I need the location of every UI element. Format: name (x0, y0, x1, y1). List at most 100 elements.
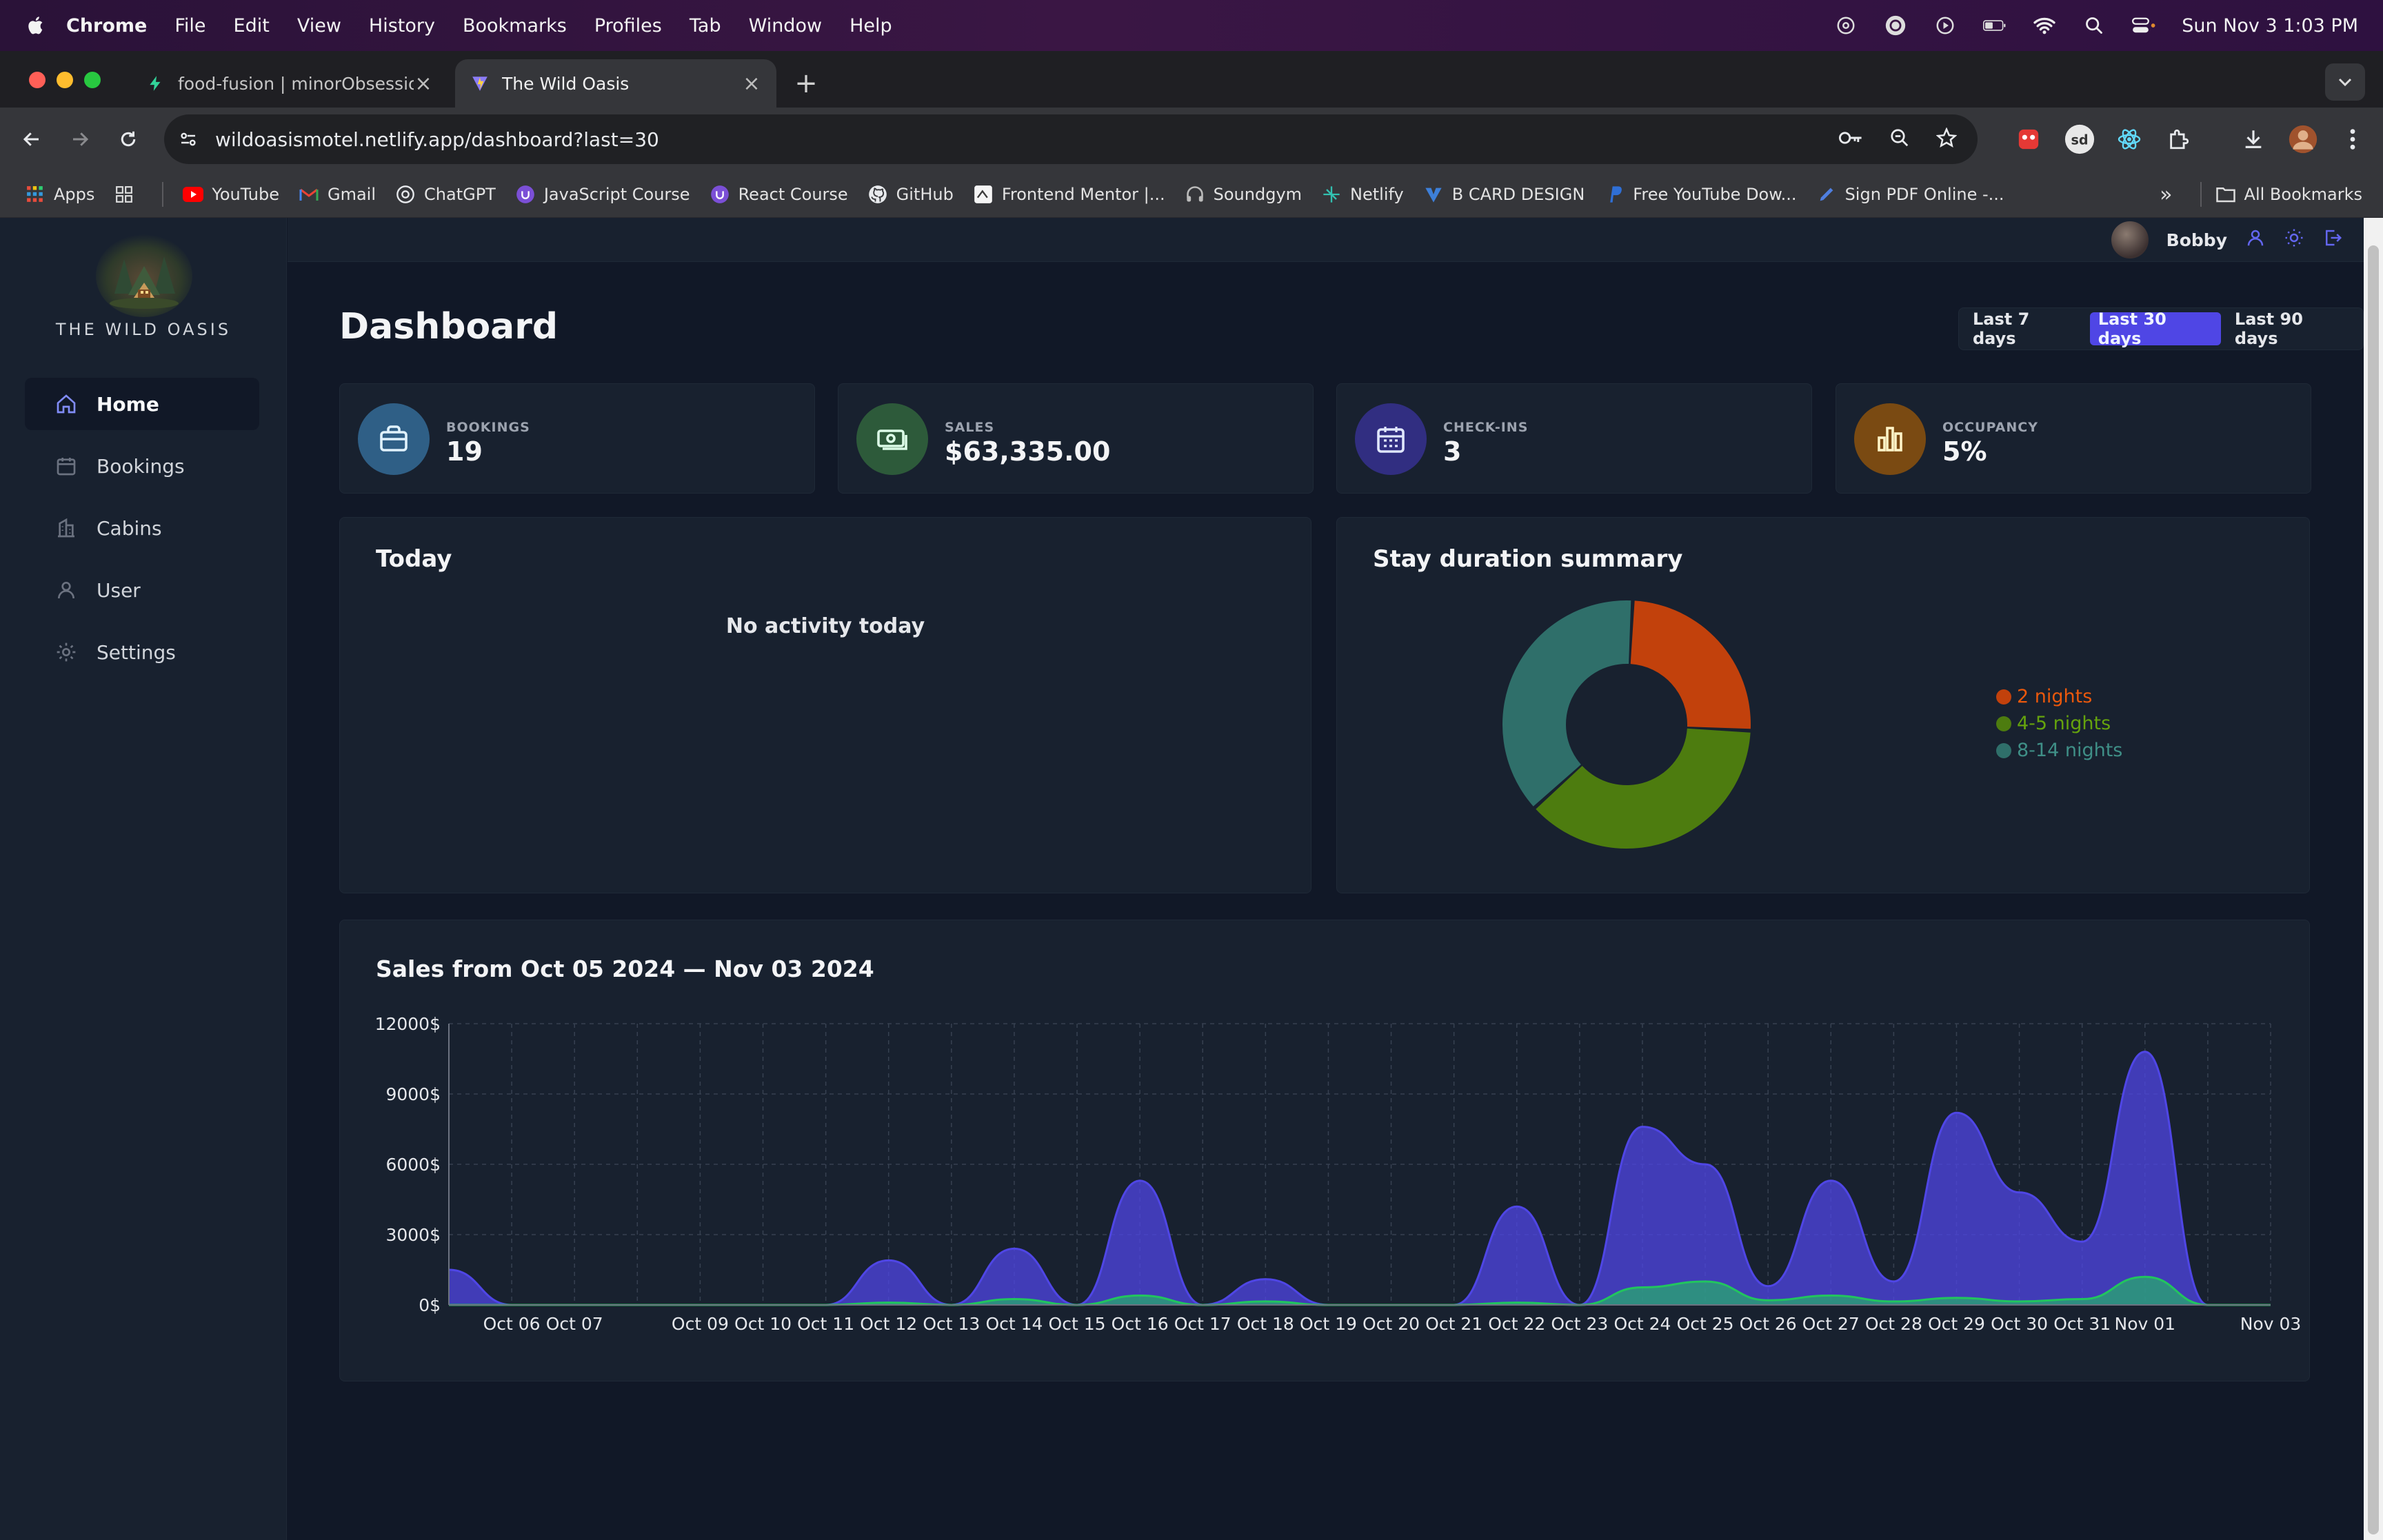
spotlight-search-icon[interactable] (2082, 15, 2106, 36)
menu-tab[interactable]: Tab (690, 15, 721, 37)
filter-last-30-days[interactable]: Last 30 days (2089, 310, 2221, 348)
menubar-clock[interactable]: Sun Nov 3 1:03 PM (2182, 15, 2358, 37)
close-tab-icon[interactable]: × (742, 72, 761, 96)
legend-dot (1996, 742, 2011, 758)
browser-tab-food-fusion[interactable]: food-fusion | minorObsession × (131, 59, 448, 108)
browser-tab-wild-oasis[interactable]: The Wild Oasis × (455, 59, 776, 108)
address-bar[interactable]: wildoasismotel.netlify.app/dashboard?las… (164, 114, 1978, 164)
bookmark-github[interactable]: GitHub (867, 184, 954, 205)
forward-button[interactable] (65, 124, 95, 154)
stat-card-check-ins: CHECK-INS 3 (1336, 383, 1812, 494)
chatgpt-icon (395, 184, 416, 205)
avatar[interactable] (2111, 221, 2149, 259)
bookmarks-separator (2200, 182, 2202, 207)
menu-history[interactable]: History (369, 15, 435, 37)
bookmark-sign-pdf[interactable]: Sign PDF Online -... (1816, 184, 2004, 205)
sidebar-item-cabins[interactable]: Cabins (25, 502, 259, 554)
legend-item[interactable]: 2 nights (1996, 683, 2122, 710)
wild-oasis-logo[interactable] (94, 232, 194, 318)
bookmark-apps[interactable]: Apps (25, 184, 94, 205)
menu-file[interactable]: File (174, 15, 205, 37)
sidebar-item-bookings[interactable]: Bookings (25, 440, 259, 492)
menu-bookmarks[interactable]: Bookmarks (463, 15, 567, 37)
battery-icon[interactable] (1983, 15, 2007, 36)
stay-duration-panel: Stay duration summary 2 nights 4-5 nights… (1336, 517, 2310, 893)
calendar-days-icon (1377, 427, 1405, 453)
filter-last-7-days[interactable]: Last 7 days (1964, 310, 2084, 348)
bookmark-star-icon[interactable] (1935, 127, 1958, 151)
scrollbar-thumb[interactable] (2368, 245, 2379, 1534)
profile-avatar[interactable] (2286, 123, 2320, 156)
menu-edit[interactable]: Edit (234, 15, 270, 37)
wifi-icon[interactable] (2033, 15, 2056, 36)
react-devtools-icon[interactable] (2113, 123, 2146, 156)
record-icon[interactable] (1884, 15, 1907, 36)
donut-slice-2-nights[interactable] (1630, 600, 1751, 729)
site-settings-icon[interactable] (177, 128, 200, 151)
bookmark-frontend-mentor[interactable]: Frontend Mentor |... (973, 184, 1165, 205)
reload-button[interactable] (113, 124, 143, 154)
menubar-app-name[interactable]: Chrome (66, 15, 147, 37)
sidebar-item-label: Home (97, 392, 159, 416)
browser-menu-icon[interactable] (2336, 123, 2369, 156)
menu-window[interactable]: Window (749, 15, 822, 37)
sidebar-item-home[interactable]: Home (25, 378, 259, 430)
creative-cloud-icon[interactable] (1834, 15, 1858, 36)
extension-sd-icon[interactable]: sd (2063, 123, 2096, 156)
user-icon[interactable] (2245, 227, 2266, 252)
filter-last-90-days[interactable]: Last 90 days (2226, 310, 2357, 348)
bookmark-youtube[interactable]: YouTube (183, 184, 279, 205)
stat-icon-circle (856, 403, 928, 475)
all-bookmarks-button[interactable]: All Bookmarks (2215, 184, 2362, 205)
briefcase-icon (380, 425, 408, 452)
new-tab-button[interactable]: + (790, 68, 822, 99)
url-text[interactable]: wildoasismotel.netlify.app/dashboard?las… (215, 128, 659, 151)
stay-duration-donut-chart (1502, 600, 1751, 849)
window-minimize-button[interactable] (57, 72, 73, 88)
window-close-button[interactable] (29, 72, 46, 88)
extensions-puzzle-icon[interactable] (2162, 123, 2195, 156)
back-button[interactable] (17, 124, 47, 154)
zoom-icon[interactable] (1889, 128, 1910, 151)
legend-item[interactable]: 4-5 nights (1996, 710, 2122, 737)
bookmark-netlify[interactable]: Netlify (1321, 184, 1404, 205)
apple-icon[interactable] (26, 15, 47, 36)
more-bookmarks-chevron-icon[interactable]: » (2160, 183, 2172, 207)
donut-slice-8-14-nights[interactable] (1502, 600, 1631, 807)
bookmark-javascript-course[interactable]: JavaScript Course (515, 184, 690, 205)
menu-view[interactable]: View (297, 15, 341, 37)
password-key-icon[interactable] (1838, 130, 1863, 149)
bookmark-react-course[interactable]: React Course (710, 184, 848, 205)
sun-icon[interactable] (2284, 227, 2304, 252)
bookmark-gmail[interactable]: Gmail (299, 184, 376, 205)
logout-icon[interactable] (2322, 227, 2343, 252)
download-icon[interactable] (2237, 123, 2270, 156)
x-tick-label: Oct 21 (1425, 1314, 1482, 1334)
legend-dot (1996, 716, 2011, 731)
close-tab-icon[interactable]: × (414, 72, 433, 96)
netlify-bolt-icon (146, 74, 165, 93)
bookmark-chatgpt[interactable]: ChatGPT (395, 184, 496, 205)
menu-help[interactable]: Help (849, 15, 892, 37)
x-tick-label: Oct 28 (1865, 1314, 1922, 1334)
page-scrollbar[interactable] (2364, 218, 2383, 1540)
area-series-0[interactable] (449, 1051, 2271, 1305)
sidebar-item-user[interactable]: User (25, 564, 259, 616)
tab-groups-button[interactable] (114, 184, 143, 205)
play-icon[interactable] (1933, 15, 1957, 36)
legend-item[interactable]: 8-14 nights (1996, 737, 2122, 764)
control-center-icon[interactable] (2132, 15, 2155, 36)
x-tick-label: Oct 22 (1488, 1314, 1545, 1334)
bookmark-soundgym[interactable]: Soundgym (1185, 184, 1302, 205)
menu-profiles[interactable]: Profiles (594, 15, 662, 37)
extension-red-icon[interactable] (2012, 123, 2045, 156)
bookmark-free-youtube-downloader[interactable]: Free YouTube Dow... (1604, 184, 1797, 205)
bookmark-label: Netlify (1350, 184, 1404, 204)
stat-card-occupancy: OCCUPANCY 5% (1836, 383, 2311, 494)
sidebar-item-settings[interactable]: Settings (25, 626, 259, 678)
tab-search-button[interactable] (2325, 63, 2365, 101)
bookmark-b-card-design[interactable]: B CARD DESIGN (1423, 184, 1585, 205)
stat-value: 5% (1942, 436, 1987, 467)
window-zoom-button[interactable] (84, 72, 101, 88)
legend-label: 8-14 nights (2017, 740, 2123, 761)
